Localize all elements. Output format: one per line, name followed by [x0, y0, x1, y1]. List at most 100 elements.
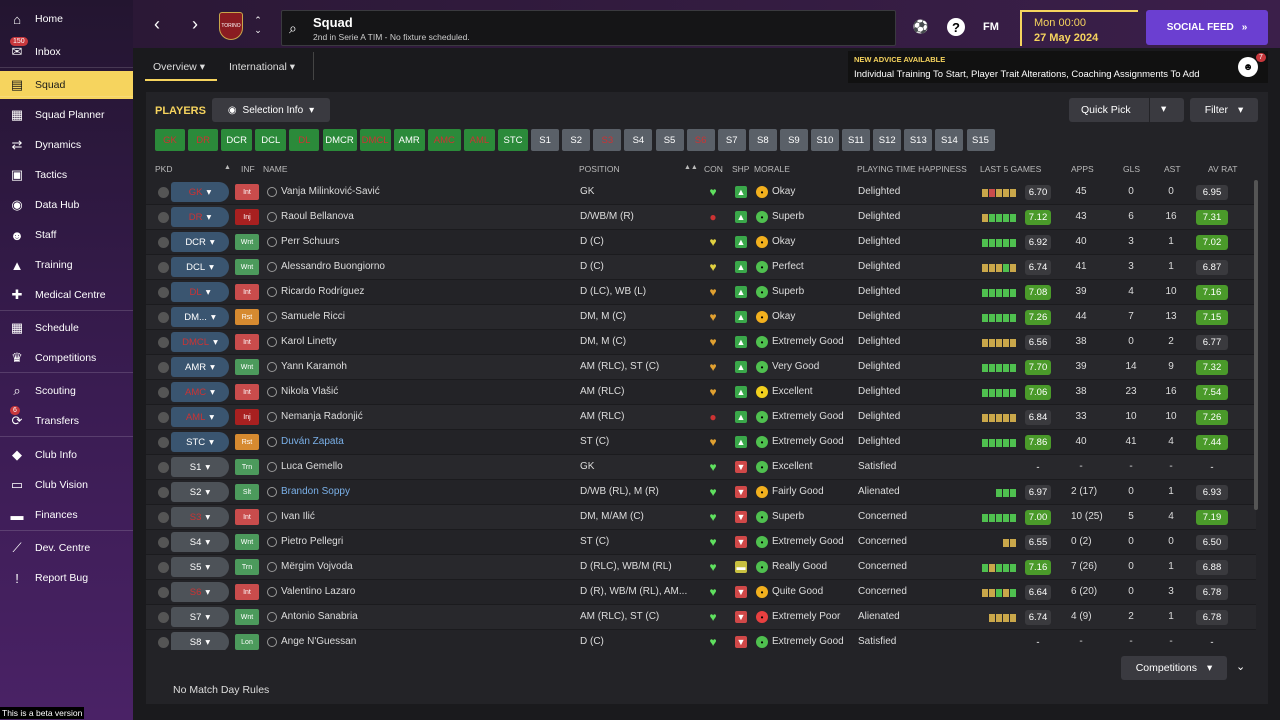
player-name[interactable]: Valentino Lazaro: [281, 586, 355, 597]
table-row[interactable]: DR ▾ Inj Raoul Bellanova D/WB/M (R) ● ▲ • Superb…: [146, 205, 1256, 230]
player-name[interactable]: Raoul Bellanova: [281, 211, 354, 222]
info-tag[interactable]: Inj: [235, 209, 259, 225]
col-shp[interactable]: SHP: [732, 164, 749, 174]
match-day-rules-bar[interactable]: No Match Day Rules: [155, 678, 1260, 702]
position-chip-s4[interactable]: S4: [624, 129, 653, 151]
sidebar-item-medical-centre[interactable]: ✚ Medical Centre: [0, 281, 133, 309]
position-chip-amr[interactable]: AMR: [393, 129, 425, 151]
sidebar-item-home[interactable]: ⌂ Home: [0, 5, 133, 33]
pick-checkbox[interactable]: [158, 512, 169, 523]
sidebar-item-squad[interactable]: ▤ Squad: [0, 71, 133, 99]
col-name[interactable]: NAME: [263, 164, 288, 174]
pick-checkbox[interactable]: [158, 312, 169, 323]
player-name[interactable]: Alessandro Buongiorno: [281, 261, 385, 272]
player-name[interactable]: Mërgim Vojvoda: [281, 561, 353, 572]
position-chip-s2[interactable]: S2: [562, 129, 591, 151]
position-chip-s5[interactable]: S5: [655, 129, 684, 151]
pick-checkbox[interactable]: [158, 537, 169, 548]
competitions-button[interactable]: Competitions ▾: [1121, 656, 1227, 680]
match-icon[interactable]: ⚽: [912, 18, 930, 36]
sidebar-item-data-hub[interactable]: ◉ Data Hub: [0, 191, 133, 219]
player-name[interactable]: Yann Karamoh: [281, 361, 347, 372]
sidebar-item-tactics[interactable]: ▣ Tactics: [0, 161, 133, 189]
player-name[interactable]: Pietro Pellegri: [281, 536, 343, 547]
table-row[interactable]: S2 ▾ Slt Brandon Soppy D/WB (RL), M (R) ♥ ▼ • Fa…: [146, 480, 1256, 505]
pick-checkbox[interactable]: [158, 262, 169, 273]
position-chip-stc[interactable]: STC: [498, 129, 528, 151]
col-ast[interactable]: AST: [1164, 164, 1181, 174]
player-name[interactable]: Ange N'Guessan: [281, 636, 356, 647]
table-row[interactable]: AML ▾ Inj Nemanja Radonjić AM (RLC) ● ▲ • Extrem…: [146, 405, 1256, 430]
selection-position-dropdown[interactable]: S2 ▾: [171, 482, 229, 502]
col-apps[interactable]: APPS: [1071, 164, 1094, 174]
position-chip-s11[interactable]: S11: [842, 129, 871, 151]
sidebar-item-scouting[interactable]: ⌕ Scouting: [0, 377, 133, 405]
table-row[interactable]: S6 ▾ Int Valentino Lazaro D (R), WB/M (RL), …: [146, 580, 1256, 605]
pick-checkbox[interactable]: [158, 462, 169, 473]
player-name[interactable]: Antonio Sanabria: [281, 611, 358, 622]
position-chip-s10[interactable]: S10: [811, 129, 839, 151]
table-row[interactable]: S8 ▾ Lon Ange N'Guessan D (C) ♥ ▼ • Extremely Go…: [146, 630, 1256, 650]
back-button[interactable]: ‹: [147, 14, 167, 34]
pick-checkbox[interactable]: [158, 212, 169, 223]
position-chip-dmcr[interactable]: DMCR: [322, 129, 357, 151]
selection-position-dropdown[interactable]: AML ▾: [171, 407, 229, 427]
help-icon[interactable]: ?: [947, 18, 965, 36]
table-row[interactable]: S1 ▾ Trn Luca Gemello GK ♥ ▼ • Excellent Satisfie…: [146, 455, 1256, 480]
sidebar-item-staff[interactable]: ☻ Staff: [0, 221, 133, 249]
col-last5[interactable]: LAST 5 GAMES: [980, 164, 1041, 174]
chevron-down-icon[interactable]: ▾: [1161, 103, 1166, 115]
sidebar-item-report-bug[interactable]: ! Report Bug: [0, 564, 133, 592]
advice-banner[interactable]: NEW ADVICE AVAILABLE Individual Training…: [848, 51, 1268, 83]
pick-checkbox[interactable]: [158, 487, 169, 498]
selection-position-dropdown[interactable]: DR ▾: [171, 207, 229, 227]
table-row[interactable]: DCL ▾ Wnt Alessandro Buongiorno D (C) ♥ ▲ • Perf…: [146, 255, 1256, 280]
pick-checkbox[interactable]: [158, 187, 169, 198]
selection-position-dropdown[interactable]: AMR ▾: [171, 357, 229, 377]
player-name[interactable]: Duván Zapata: [281, 436, 344, 447]
info-tag[interactable]: Inj: [235, 409, 259, 425]
selection-position-dropdown[interactable]: DCR ▾: [171, 232, 229, 252]
player-name[interactable]: Brandon Soppy: [281, 486, 350, 497]
sidebar-item-finances[interactable]: ▬ Finances: [0, 501, 133, 529]
pick-checkbox[interactable]: [158, 362, 169, 373]
table-row[interactable]: DM... ▾ Rst Samuele Ricci DM, M (C) ♥ ▲ • Okay De…: [146, 305, 1256, 330]
sidebar-item-inbox[interactable]: ✉ 150 Inbox: [0, 37, 133, 66]
table-row[interactable]: AMC ▾ Int Nikola Vlašić AM (RLC) ♥ ▲ • Excellent…: [146, 380, 1256, 405]
col-avrat[interactable]: AV RAT: [1208, 164, 1237, 174]
position-chip-dcl[interactable]: DCL: [255, 129, 287, 151]
sidebar-item-schedule[interactable]: ▦ Schedule: [0, 314, 133, 342]
tab-overview[interactable]: Overview ▾: [153, 61, 205, 73]
sidebar-item-competitions[interactable]: ♛ Competitions: [0, 344, 133, 372]
selection-position-dropdown[interactable]: S8 ▾: [171, 632, 229, 650]
pick-checkbox[interactable]: [158, 637, 169, 648]
info-tag[interactable]: Trn: [235, 559, 259, 575]
position-chip-s13[interactable]: S13: [904, 129, 933, 151]
pick-checkbox[interactable]: [158, 237, 169, 248]
info-tag[interactable]: Rst: [235, 434, 259, 450]
table-row[interactable]: DL ▾ Int Ricardo Rodríguez D (LC), WB (L) ♥ ▲ •…: [146, 280, 1256, 305]
forward-button[interactable]: ›: [185, 14, 205, 34]
table-scrollbar[interactable]: [1254, 180, 1258, 510]
club-crest[interactable]: TORINO: [219, 12, 243, 40]
sidebar-item-training[interactable]: ▲ Training: [0, 251, 133, 279]
position-chip-dcr[interactable]: DCR: [221, 129, 253, 151]
quick-pick-button[interactable]: Quick Pick ▾: [1069, 98, 1184, 122]
date-box[interactable]: Mon 00:00 27 May 2024: [1020, 10, 1138, 46]
selection-position-dropdown[interactable]: S1 ▾: [171, 457, 229, 477]
info-tag[interactable]: Slt: [235, 484, 259, 500]
table-row[interactable]: DCR ▾ Wnt Perr Schuurs D (C) ♥ ▲ • Okay Delighted…: [146, 230, 1256, 255]
table-row[interactable]: GK ▾ Int Vanja Milinković-Savić GK ♥ ▲ • Okay Del…: [146, 180, 1256, 205]
sidebar-item-club-vision[interactable]: ▭ Club Vision: [0, 471, 133, 499]
selection-position-dropdown[interactable]: S3 ▾: [171, 507, 229, 527]
selection-position-dropdown[interactable]: S7 ▾: [171, 607, 229, 627]
info-tag[interactable]: Trn: [235, 459, 259, 475]
player-name[interactable]: Ivan Ilić: [281, 511, 315, 522]
info-tag[interactable]: Int: [235, 334, 259, 350]
info-tag[interactable]: Wnt: [235, 609, 259, 625]
collapse-chevron-icon[interactable]: ⌄: [1236, 660, 1245, 673]
info-tag[interactable]: Int: [235, 284, 259, 300]
pick-checkbox[interactable]: [158, 387, 169, 398]
info-tag[interactable]: Wnt: [235, 534, 259, 550]
club-switcher[interactable]: ⌃ ⌄: [253, 15, 263, 35]
